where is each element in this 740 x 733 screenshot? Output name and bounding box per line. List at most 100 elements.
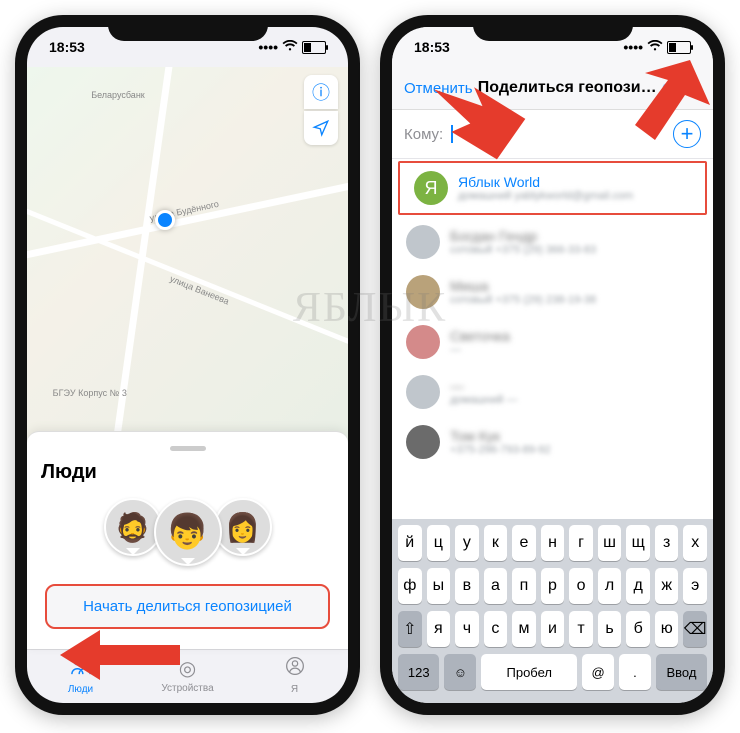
key-letter[interactable]: з xyxy=(655,525,679,561)
contact-row[interactable]: Миша сотовый +375 (29) 238-19-38 xyxy=(392,267,713,317)
key-enter[interactable]: Ввод xyxy=(656,654,707,690)
key-letter[interactable]: щ xyxy=(626,525,650,561)
tab-people[interactable]: Люди xyxy=(27,656,134,695)
contact-row[interactable]: — домашний — xyxy=(392,367,713,417)
contact-name: Миша xyxy=(450,278,596,294)
contact-row[interactable]: Я Яблык World домашний yablykworld@gmail… xyxy=(398,161,707,215)
key-emoji[interactable]: ☺ xyxy=(444,654,476,690)
notch xyxy=(108,15,268,41)
notch xyxy=(473,15,633,41)
to-label: Кому: xyxy=(404,126,443,143)
tab-devices[interactable]: ◎ Устройства xyxy=(134,656,241,695)
contact-name: Светочка xyxy=(450,328,510,344)
key-letter[interactable]: я xyxy=(427,611,451,647)
nav-bar: Отменить Поделиться геопози… Отпр. xyxy=(392,67,713,110)
key-letter[interactable]: и xyxy=(541,611,565,647)
key-letter[interactable]: ы xyxy=(427,568,451,604)
signal-icon: •••• xyxy=(258,39,278,55)
tab-me[interactable]: Я xyxy=(241,656,348,695)
contact-avatar: Я xyxy=(414,171,448,205)
contact-detail: сотовый +375 (29) 366-33-83 xyxy=(450,244,596,256)
memoji-group: 🧔 👦 👩 xyxy=(41,498,334,566)
recipient-input[interactable] xyxy=(453,125,673,144)
key-letter[interactable]: э xyxy=(683,568,707,604)
sheet-title: Люди xyxy=(41,461,334,484)
phone-left: 18:53 •••• улица Будённого улица Ванеева… xyxy=(15,15,360,715)
phone-right: 18:53 •••• Отменить Поделиться геопози… … xyxy=(380,15,725,715)
key-backspace[interactable]: ⌫ xyxy=(683,611,707,647)
contact-detail: домашний — xyxy=(450,394,517,406)
key-letter[interactable]: а xyxy=(484,568,508,604)
contact-row[interactable]: Богдан Гендр сотовый +375 (29) 366-33-83 xyxy=(392,217,713,267)
contact-detail: домашний yablykworld@gmail.com xyxy=(458,190,633,202)
map-view[interactable]: улица Будённого улица Ванеева Беларусбан… xyxy=(27,67,348,443)
key-letter[interactable]: х xyxy=(683,525,707,561)
contact-row[interactable]: Том Кук +375-296-793-89-92 xyxy=(392,417,713,467)
key-letter[interactable]: в xyxy=(455,568,479,604)
cancel-button[interactable]: Отменить xyxy=(404,80,473,97)
wifi-icon xyxy=(647,39,663,55)
people-icon xyxy=(27,656,134,682)
key-letter[interactable]: с xyxy=(484,611,508,647)
time-label: 18:53 xyxy=(414,39,450,55)
contact-avatar xyxy=(406,275,440,309)
key-letter[interactable]: п xyxy=(512,568,536,604)
sheet-grabber[interactable] xyxy=(170,446,206,451)
key-letter[interactable]: ф xyxy=(398,568,422,604)
contact-list[interactable]: Я Яблык World домашний yablykworld@gmail… xyxy=(392,159,713,519)
key-letter[interactable]: у xyxy=(455,525,479,561)
key-numbers[interactable]: 123 xyxy=(398,654,439,690)
key-letter[interactable]: н xyxy=(541,525,565,561)
start-sharing-button[interactable]: Начать делиться геопозицией xyxy=(45,584,330,629)
key-letter[interactable]: ш xyxy=(598,525,622,561)
contact-avatar xyxy=(406,225,440,259)
people-sheet: Люди 🧔 👦 👩 Начать делиться геопозицией xyxy=(27,431,348,649)
contact-name: — xyxy=(450,378,517,394)
key-letter[interactable]: т xyxy=(569,611,593,647)
memoji-icon: 👩 xyxy=(214,498,272,556)
tab-bar: Люди ◎ Устройства Я xyxy=(27,649,348,703)
memoji-icon: 🧔 xyxy=(104,498,162,556)
send-button[interactable]: Отпр. xyxy=(662,80,701,97)
recipient-row: Кому: + xyxy=(392,110,713,159)
memoji-icon: 👦 xyxy=(154,498,222,566)
key-letter[interactable]: м xyxy=(512,611,536,647)
key-letter[interactable]: л xyxy=(598,568,622,604)
contact-detail: — xyxy=(450,344,510,356)
key-letter[interactable]: р xyxy=(541,568,565,604)
locate-button[interactable] xyxy=(304,111,338,145)
contact-avatar xyxy=(406,325,440,359)
key-at[interactable]: @ xyxy=(582,654,614,690)
key-dot[interactable]: . xyxy=(619,654,651,690)
contact-avatar xyxy=(406,425,440,459)
signal-icon: •••• xyxy=(623,39,643,55)
nav-title: Поделиться геопози… xyxy=(478,79,657,97)
key-space[interactable]: Пробел xyxy=(481,654,577,690)
key-letter[interactable]: ю xyxy=(655,611,679,647)
key-letter[interactable]: ж xyxy=(655,568,679,604)
key-letter[interactable]: д xyxy=(626,568,650,604)
keyboard: йцукенгшщзх фывапролджэ ⇧ячсмитьбю⌫ 123 … xyxy=(392,519,713,703)
key-letter[interactable]: ч xyxy=(455,611,479,647)
screen-right: 18:53 •••• Отменить Поделиться геопози… … xyxy=(392,27,713,703)
key-letter[interactable]: б xyxy=(626,611,650,647)
tab-label: Люди xyxy=(68,684,93,695)
key-letter[interactable]: о xyxy=(569,568,593,604)
info-button[interactable]: ⓘ xyxy=(304,75,338,109)
key-letter[interactable]: к xyxy=(484,525,508,561)
add-contact-button[interactable]: + xyxy=(673,120,701,148)
key-letter[interactable]: ц xyxy=(427,525,451,561)
contact-avatar xyxy=(406,375,440,409)
key-letter[interactable]: е xyxy=(512,525,536,561)
key-letter[interactable]: г xyxy=(569,525,593,561)
tab-label: Я xyxy=(291,684,298,695)
screen-left: 18:53 •••• улица Будённого улица Ванеева… xyxy=(27,27,348,703)
contact-detail: сотовый +375 (29) 238-19-38 xyxy=(450,294,596,306)
key-shift[interactable]: ⇧ xyxy=(398,611,422,647)
wifi-icon xyxy=(282,39,298,55)
tab-label: Устройства xyxy=(161,683,213,694)
contact-row[interactable]: Светочка — xyxy=(392,317,713,367)
key-letter[interactable]: й xyxy=(398,525,422,561)
key-letter[interactable]: ь xyxy=(598,611,622,647)
contact-name: Яблык World xyxy=(458,174,633,190)
